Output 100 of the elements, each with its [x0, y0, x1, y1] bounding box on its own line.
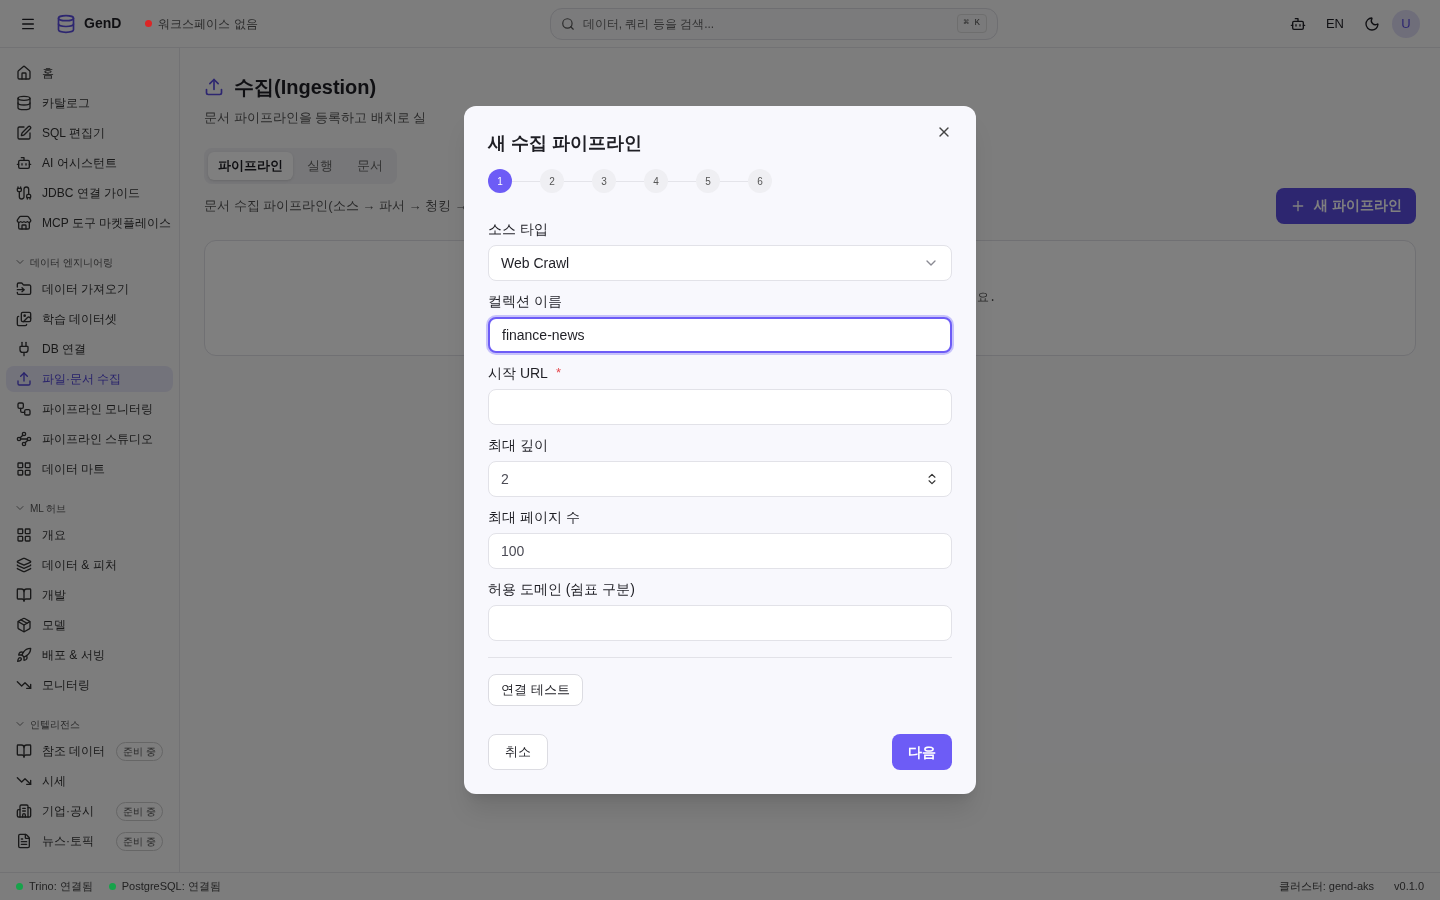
input-field[interactable]: finance-news [488, 317, 952, 353]
sidebar-item[interactable]: 데이터 마트 [6, 456, 173, 482]
sidebar-label: 기업·공시 [42, 803, 95, 820]
sidebar-item[interactable]: 개발 [6, 582, 173, 608]
logo-icon [56, 13, 76, 34]
field-label: 최대 페이지 수 [488, 507, 580, 527]
sidebar-item[interactable]: MCP 도구 마켓플레이스 [6, 210, 173, 236]
new-pipeline-button[interactable]: 새 파이프라인 [1276, 187, 1416, 224]
sidebar-item[interactable]: 배포 & 서빙 [6, 642, 173, 668]
step-indicator: 1 [488, 169, 512, 193]
sidebar-item[interactable]: 시세 [6, 768, 173, 794]
sidebar-label: 참조 데이터 [42, 743, 107, 760]
sidebar-label: 파이프라인 스튜디오 [42, 431, 155, 448]
sidebar-label: 배포 & 서빙 [42, 647, 106, 664]
store-icon [16, 215, 32, 231]
sidebar-label: 개요 [42, 527, 67, 544]
required-mark: * [555, 364, 561, 383]
tab[interactable]: 파이프라인 [208, 151, 293, 180]
sidebar-item[interactable]: 파이프라인 모니터링 [6, 396, 173, 422]
step-indicator: 2 [540, 169, 564, 193]
sidebar-item[interactable]: AI 어시스턴트 [6, 150, 173, 176]
step-indicator: 3 [592, 169, 616, 193]
step-indicator: 4 [644, 169, 668, 193]
section-heading[interactable]: 데이터 엔지니어링 [30, 254, 113, 270]
sidebar-item[interactable]: 개요 [6, 522, 173, 548]
field-label: 시작 URL [488, 363, 548, 383]
tab[interactable]: 문서 [347, 151, 393, 180]
robot-icon [16, 155, 32, 171]
sidebar-label: DB 연결 [42, 341, 87, 358]
language-button[interactable]: EN [1325, 13, 1344, 34]
edit-icon [16, 125, 32, 141]
search-icon [560, 16, 575, 31]
plug-icon [16, 341, 32, 357]
folder-import-icon [16, 281, 32, 297]
sidebar-item[interactable]: SQL 편집기 [6, 120, 173, 146]
sidebar-item[interactable]: 카탈로그 [6, 90, 173, 116]
version-label: v0.1.0 [1394, 879, 1424, 895]
sidebar-label: JDBC 연결 가이드 [42, 185, 141, 202]
sidebar-item[interactable]: 학습 데이터셋 [6, 306, 173, 332]
upload-icon [204, 77, 224, 97]
sidebar-item[interactable]: 뉴스·토픽 준비 중 [6, 828, 173, 854]
book-icon [16, 743, 32, 759]
sidebar-item[interactable]: 모니터링 [6, 672, 173, 698]
search-field[interactable]: 데이터, 쿼리 등을 검색... ⌘ K [549, 7, 998, 40]
dialog-title: 새 수집 파이프라인 [488, 132, 642, 155]
page-subtitle: 문서 파이프라인을 등록하고 배치로 실 [204, 109, 428, 127]
connection-status: Trino: 연결됨 [29, 879, 93, 895]
sidebar-item[interactable]: 홈 [6, 60, 173, 86]
sidebar-label: 모니터링 [42, 677, 91, 694]
sidebar-label: MCP 도구 마켓플레이스 [42, 215, 172, 232]
cancel-button[interactable]: 취소 [488, 734, 548, 770]
test-connection-button[interactable]: 연결 테스트 [488, 674, 583, 706]
upload-icon [16, 371, 32, 387]
next-button[interactable]: 다음 [892, 734, 952, 770]
select-field[interactable]: Web Crawl [488, 245, 952, 281]
sidebar-label: 데이터 & 피처 [42, 557, 118, 574]
input-field[interactable] [488, 389, 952, 425]
tab[interactable]: 실행 [297, 151, 343, 180]
field-label: 소스 타입 [488, 219, 548, 239]
sidebar-label: SQL 편집기 [42, 125, 106, 142]
workspace-label[interactable]: 워크스페이스 없음 [158, 14, 258, 33]
section-heading[interactable]: ML 허브 [30, 500, 67, 516]
grid-icon [16, 461, 32, 477]
grid-icon [16, 527, 32, 543]
sidebar-item[interactable]: 데이터 가져오기 [6, 276, 173, 302]
sidebar-item[interactable]: 참조 데이터 준비 중 [6, 738, 173, 764]
search-placeholder: 데이터, 쿼리 등을 검색... [582, 15, 716, 33]
shortcut-key: ⌘ K [956, 13, 987, 34]
sidebar-item[interactable]: JDBC 연결 가이드 [6, 180, 173, 206]
sidebar-label: 학습 데이터셋 [42, 311, 119, 328]
sidebar-item[interactable]: 데이터 & 피처 [6, 552, 173, 578]
sidebar-item[interactable]: 기업·공시 준비 중 [6, 798, 173, 824]
input-field[interactable]: 100 [488, 533, 952, 569]
layers-icon [16, 557, 32, 573]
field-label: 허용 도메인 (쉼표 구분) [488, 579, 635, 599]
field-label: 최대 깊이 [488, 435, 548, 455]
sidebar-label: 뉴스·토픽 [42, 833, 95, 850]
home-icon [16, 65, 32, 81]
sidebar-item[interactable]: 파이프라인 스튜디오 [6, 426, 173, 452]
rocket-icon [16, 647, 32, 663]
input-field[interactable] [488, 605, 952, 641]
sidebar-label: 데이터 가져오기 [42, 281, 131, 298]
user-avatar[interactable]: U [1392, 9, 1420, 38]
sidebar-label: 카탈로그 [42, 95, 91, 112]
sidebar-label: 데이터 마트 [42, 461, 107, 478]
page-title: 수집(Ingestion) [234, 75, 377, 100]
sidebar-label: 홈 [42, 65, 55, 82]
dark-mode-icon[interactable] [1364, 15, 1380, 32]
app-logo: GenD [84, 14, 122, 33]
sidebar-label: 개발 [42, 587, 67, 604]
section-heading[interactable]: 인텔리전스 [30, 716, 80, 732]
number-field[interactable]: 2 [488, 461, 952, 497]
step-indicator: 5 [696, 169, 720, 193]
sidebar-item[interactable]: DB 연결 [6, 336, 173, 362]
robot-icon[interactable] [1289, 15, 1306, 32]
book-icon [16, 587, 32, 603]
waypoints-icon [16, 431, 32, 447]
sidebar-item[interactable]: 모델 [6, 612, 173, 638]
database-icon [16, 95, 32, 111]
sidebar-item[interactable]: 파일·문서 수집 [6, 366, 173, 392]
